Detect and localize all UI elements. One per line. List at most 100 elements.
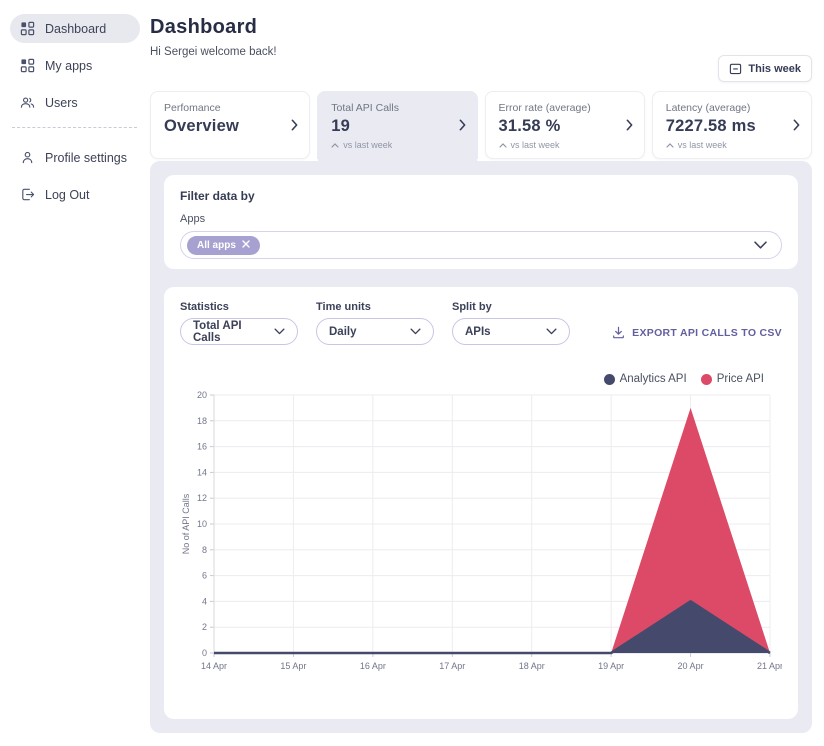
split-by-control: Split by APIs [452, 301, 570, 345]
this-week-label: This week [748, 62, 801, 75]
chart-legend: Analytics API Price API [180, 373, 782, 385]
chip-close-icon[interactable] [242, 239, 250, 251]
svg-text:16: 16 [197, 442, 207, 452]
chevron-down-icon [274, 328, 285, 335]
sidebar-item-profile-settings[interactable]: Profile settings [10, 143, 140, 172]
chevron-right-icon [626, 119, 633, 131]
svg-text:15 Apr: 15 Apr [280, 661, 306, 671]
tab-value: 31.58 % [498, 117, 561, 135]
svg-text:14 Apr: 14 Apr [201, 661, 227, 671]
stat-tabs: Perfomance Overview Total API Calls 19 v… [150, 91, 812, 163]
sidebar-item-users[interactable]: Users [10, 88, 140, 117]
all-apps-chip[interactable]: All apps [187, 235, 260, 255]
tab-performance-overview[interactable]: Perfomance Overview [150, 91, 311, 159]
chevron-down-icon [546, 328, 557, 335]
legend-item: Analytics API [603, 373, 687, 385]
filter-heading: Filter data by [180, 189, 255, 203]
chevron-down-icon[interactable] [754, 241, 767, 249]
chevron-right-icon [793, 119, 800, 131]
tab-compare: vs last week [331, 140, 450, 150]
calendar-icon [729, 62, 742, 75]
legend-dot [700, 373, 712, 385]
export-csv-label: EXPORT API CALLS TO CSV [632, 326, 782, 339]
svg-text:2: 2 [202, 622, 207, 632]
tab-label: Latency (average) [665, 102, 751, 114]
logout-icon [20, 187, 35, 202]
tab-total-api-calls[interactable]: Total API Calls 19 vs last week [317, 91, 478, 163]
tab-compare-label: vs last week [510, 140, 560, 150]
chevron-down-icon [410, 328, 421, 335]
svg-text:10: 10 [197, 519, 207, 529]
split-by-selected-value: APIs [465, 325, 491, 338]
sidebar-item-label: Profile settings [45, 150, 127, 165]
tab-compare-label: vs last week [343, 140, 393, 150]
tab-label: Error rate (average) [498, 102, 591, 114]
statistics-card: Statistics Total API Calls Time units Da… [164, 287, 798, 719]
users-icon [20, 95, 35, 110]
svg-text:17 Apr: 17 Apr [439, 661, 465, 671]
sidebar: Dashboard My apps Users Profile settings… [0, 0, 150, 746]
time-units-select[interactable]: Daily [316, 318, 434, 345]
page-title: Dashboard [150, 16, 258, 38]
sidebar-item-label: Users [45, 95, 78, 110]
this-week-button[interactable]: This week [718, 55, 812, 82]
download-icon [612, 326, 625, 339]
sidebar-item-label: My apps [45, 58, 93, 73]
legend-item: Price API [700, 373, 764, 385]
tab-value: Overview [164, 117, 239, 135]
svg-text:12: 12 [197, 493, 207, 503]
chevron-right-icon [291, 119, 298, 131]
svg-text:6: 6 [202, 571, 207, 581]
apps-grid-icon [20, 58, 35, 73]
split-by-label: Split by [452, 301, 492, 313]
sidebar-item-log-out[interactable]: Log Out [10, 180, 140, 209]
profile-icon [20, 150, 35, 165]
tab-value: 19 [331, 117, 351, 135]
sidebar-item-my-apps[interactable]: My apps [10, 51, 140, 80]
main-content: Dashboard Hi Sergei welcome back! This w… [150, 0, 812, 733]
tab-compare-label: vs last week [677, 140, 727, 150]
statistics-selected-value: Total API Calls [193, 319, 242, 344]
dashboard-panel: Filter data by Apps All apps Statistics … [150, 161, 812, 733]
tab-value: 7227.58 ms [665, 117, 756, 135]
split-by-select[interactable]: APIs [452, 318, 570, 345]
caret-up-icon [498, 140, 507, 150]
time-units-control: Time units Daily [316, 301, 434, 345]
chip-label: All apps [197, 239, 236, 251]
svg-text:21 Apr: 21 Apr [757, 661, 782, 671]
svg-text:18 Apr: 18 Apr [519, 661, 545, 671]
caret-up-icon [666, 140, 674, 150]
svg-text:14: 14 [197, 467, 207, 477]
time-units-selected-value: Daily [329, 325, 357, 338]
apps-multiselect-input[interactable]: All apps [180, 231, 782, 259]
legend-label: Analytics API [619, 373, 687, 385]
statistics-select[interactable]: Total API Calls [180, 318, 298, 345]
chart-controls: Statistics Total API Calls Time units Da… [180, 301, 782, 345]
sidebar-item-label: Log Out [45, 187, 90, 202]
chevron-right-icon [459, 119, 466, 131]
sidebar-divider [12, 127, 137, 128]
dashboard-grid-icon [20, 21, 35, 36]
export-csv-button[interactable]: EXPORT API CALLS TO CSV [612, 326, 782, 339]
tab-label: Perfomance [164, 102, 221, 114]
svg-text:18: 18 [197, 416, 207, 426]
legend-label: Price API [716, 373, 764, 385]
tab-compare: vs last week [666, 140, 785, 150]
statistics-control: Statistics Total API Calls [180, 301, 298, 345]
svg-text:0: 0 [202, 648, 207, 658]
tab-error-rate[interactable]: Error rate (average) 31.58 % vs last wee… [484, 91, 645, 159]
time-units-label: Time units [316, 301, 371, 313]
apps-filter-label: Apps [180, 213, 206, 225]
svg-text:20 Apr: 20 Apr [678, 661, 704, 671]
caret-up-icon [331, 140, 339, 150]
statistics-label: Statistics [180, 301, 229, 313]
svg-text:8: 8 [202, 545, 207, 555]
svg-text:No of API Calls: No of API Calls [181, 493, 191, 554]
tab-label: Total API Calls [331, 102, 399, 114]
sidebar-item-dashboard[interactable]: Dashboard [10, 14, 140, 43]
svg-text:20: 20 [197, 390, 207, 400]
tab-latency[interactable]: Latency (average) 7227.58 ms vs last wee… [651, 91, 812, 159]
filter-card: Filter data by Apps All apps [164, 175, 798, 269]
sidebar-item-label: Dashboard [45, 21, 107, 36]
legend-dot [603, 373, 615, 385]
